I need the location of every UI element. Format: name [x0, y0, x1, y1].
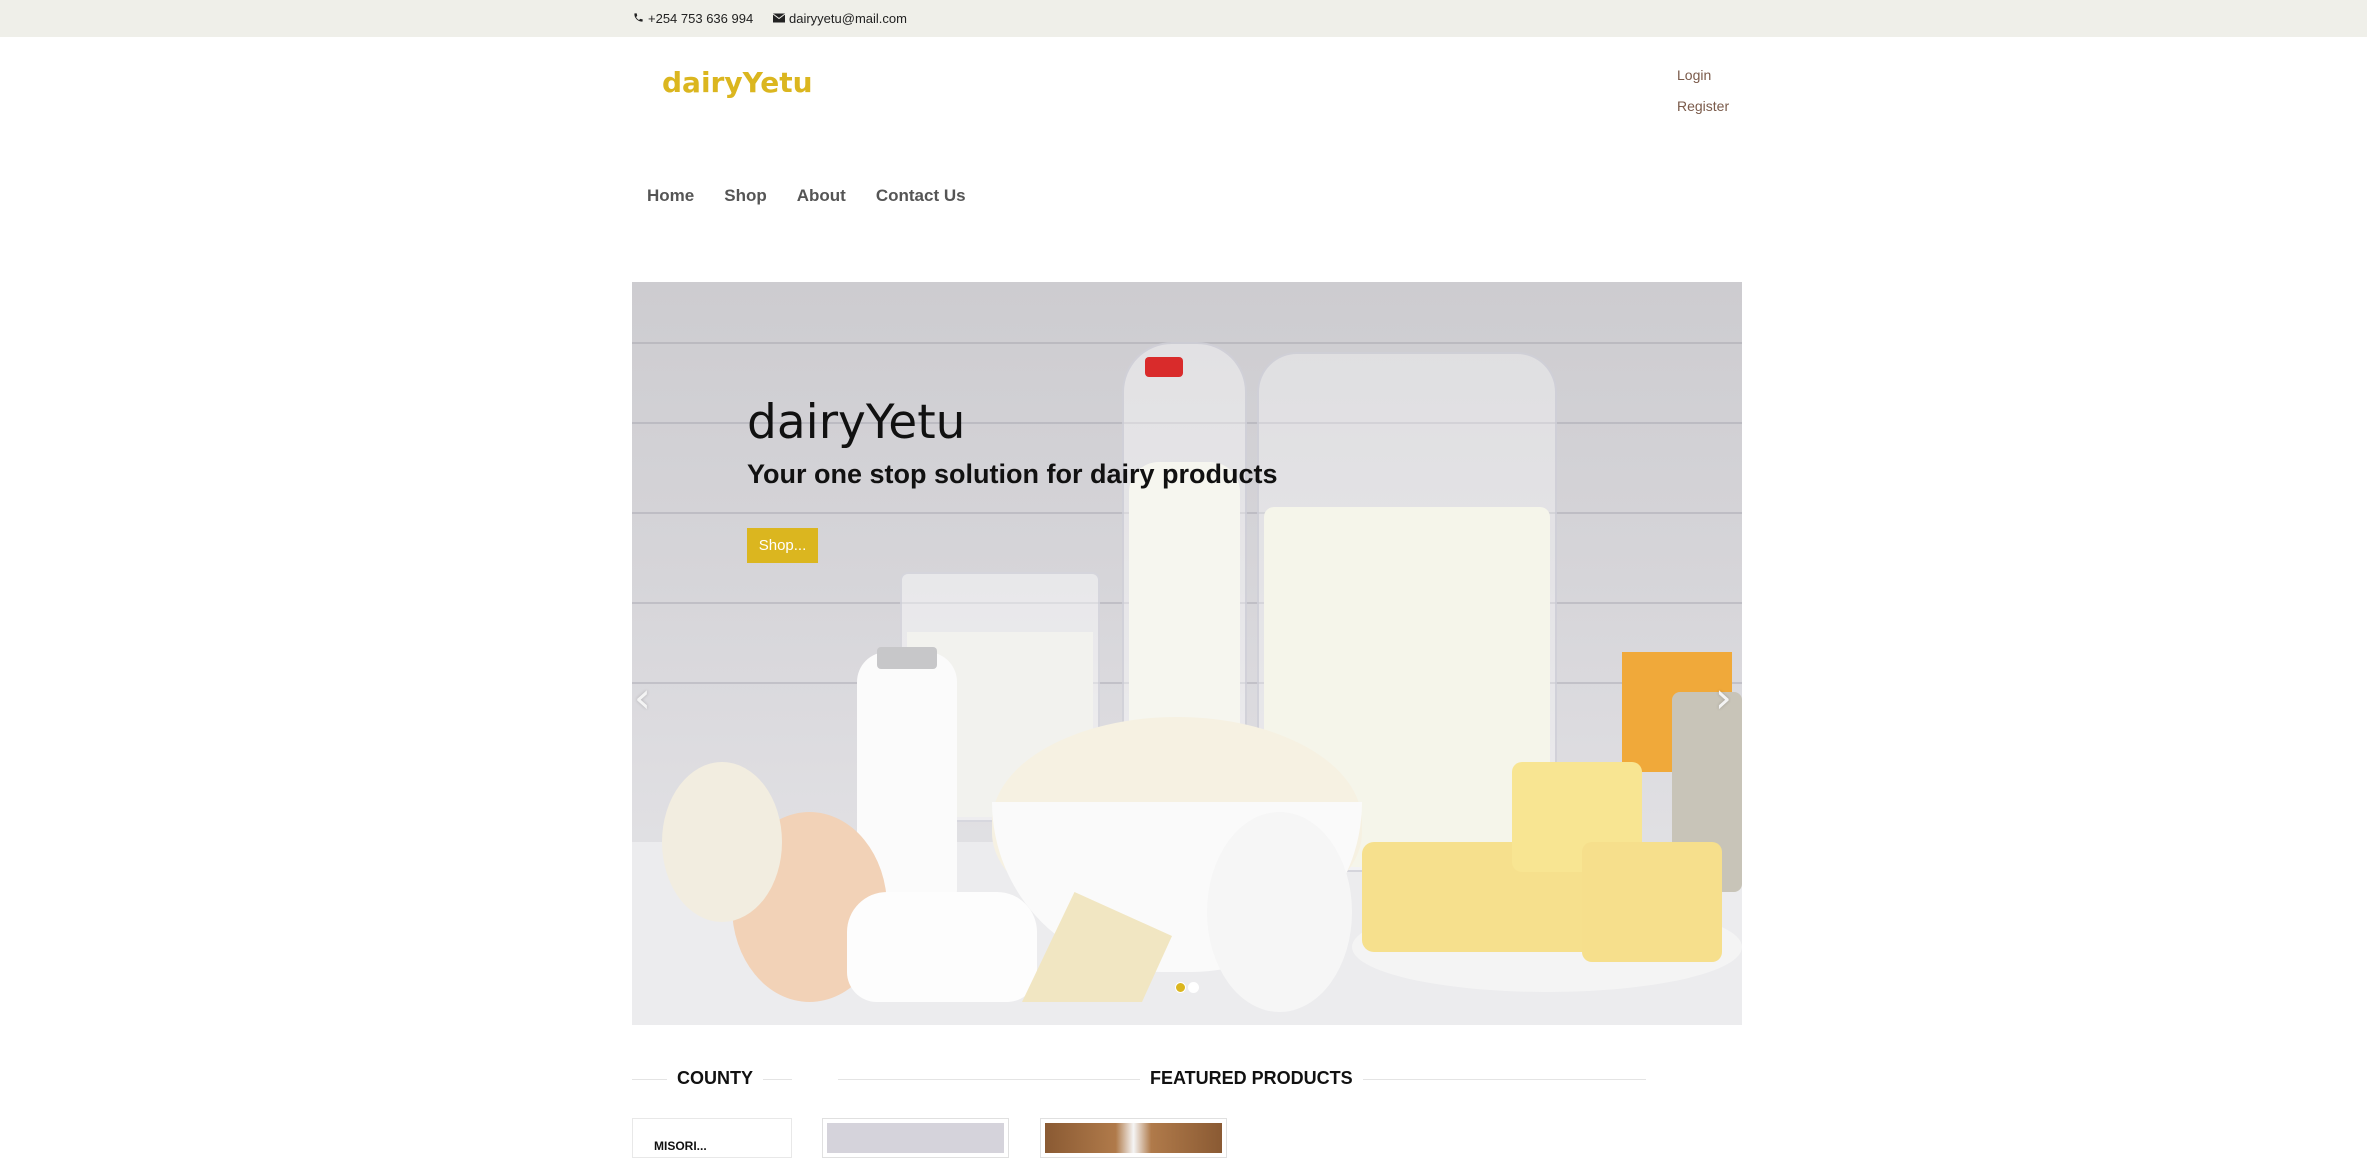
shop-button[interactable]: Shop...	[747, 528, 818, 563]
nav-item-shop[interactable]: Shop	[724, 186, 767, 206]
carousel-indicators	[1175, 982, 1199, 993]
email-address: dairyyetu@mail.com	[789, 11, 907, 26]
carousel-indicator-1[interactable]	[1175, 982, 1186, 993]
chevron-left-icon: ‹	[634, 673, 651, 722]
product-card[interactable]	[1040, 1118, 1227, 1158]
county-list: MISORI...	[632, 1118, 792, 1158]
phone-icon	[632, 12, 644, 26]
chevron-right-icon: ›	[1715, 673, 1732, 722]
envelope-icon	[772, 12, 786, 26]
brand-logo[interactable]: dairyYetu	[662, 66, 813, 99]
nav-item-about[interactable]: About	[797, 186, 846, 206]
login-link[interactable]: Login	[1677, 67, 1711, 83]
phone-contact: +254 753 636 994	[632, 11, 753, 26]
email-contact: dairyyetu@mail.com	[772, 11, 907, 26]
carousel-prev-button[interactable]: ‹	[634, 677, 651, 719]
product-card[interactable]	[822, 1118, 1009, 1158]
county-heading: COUNTY	[667, 1068, 763, 1089]
nav-item-home[interactable]: Home	[647, 186, 694, 206]
county-item[interactable]: MISORI...	[654, 1139, 707, 1153]
product-image	[1045, 1123, 1222, 1153]
top-contact-bar: +254 753 636 994 dairyyetu@mail.com	[0, 0, 2367, 37]
phone-number: +254 753 636 994	[648, 11, 754, 26]
featured-products-heading: FEATURED PRODUCTS	[1140, 1068, 1363, 1089]
main-nav: Home Shop About Contact Us	[647, 186, 996, 206]
hero-title: dairyYetu	[747, 395, 966, 450]
hero-background-image	[632, 282, 1742, 1025]
product-image	[827, 1123, 1004, 1153]
carousel-indicator-2[interactable]	[1188, 982, 1199, 993]
register-link[interactable]: Register	[1677, 98, 1729, 114]
nav-item-contact-us[interactable]: Contact Us	[876, 186, 966, 206]
carousel-next-button[interactable]: ›	[1715, 677, 1732, 719]
hero-carousel: dairyYetu Your one stop solution for dai…	[632, 282, 1742, 1025]
hero-subtitle: Your one stop solution for dairy product…	[747, 459, 1278, 489]
